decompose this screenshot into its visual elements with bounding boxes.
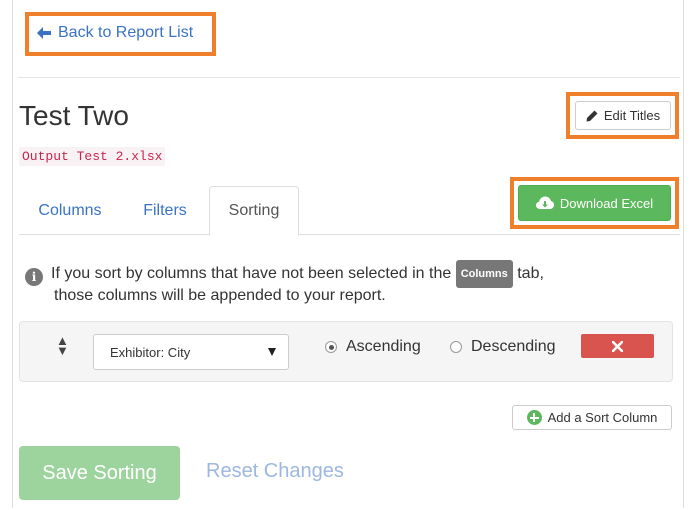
radio-unselected-icon	[450, 341, 462, 353]
sorting-info-line-2: those columns will be appended to your r…	[54, 287, 386, 304]
report-title: Test Two	[19, 100, 129, 131]
save-sorting-button[interactable]: Save Sorting	[19, 446, 180, 500]
sort-ascending-radio[interactable]: Ascending	[325, 338, 421, 356]
highlight-edit-titles	[566, 92, 679, 139]
header-divider	[18, 77, 680, 78]
highlight-back-link	[25, 12, 216, 56]
sort-descending-radio[interactable]: Descending	[450, 338, 556, 356]
info-circle-icon: i	[25, 268, 43, 286]
output-file-name: Output Test 2.xlsx	[19, 147, 166, 166]
info-text-before: If you sort by columns that have not bee…	[51, 265, 452, 282]
caret-down-icon	[268, 348, 276, 356]
columns-badge: Columns	[455, 260, 513, 288]
sort-handle-icon[interactable]: ▲ ▼	[56, 334, 69, 357]
ascending-label: Ascending	[346, 338, 421, 355]
tab-sorting-label: Sorting	[228, 202, 280, 219]
tab-columns-label: Columns	[38, 201, 102, 219]
plus-circle-icon	[526, 410, 542, 425]
remove-sort-column-button[interactable]	[581, 334, 654, 358]
tab-columns[interactable]: Columns	[19, 186, 121, 235]
sort-column-select[interactable]: Exhibitor: City	[93, 334, 289, 370]
descending-label: Descending	[471, 338, 556, 355]
tab-sorting[interactable]: Sorting	[209, 186, 299, 236]
radio-selected-icon	[325, 341, 337, 353]
tab-filters[interactable]: Filters	[121, 186, 209, 235]
add-sort-column-label: Add a Sort Column	[547, 410, 658, 425]
remove-icon	[612, 340, 623, 352]
info-text-after: tab,	[517, 265, 544, 282]
report-tabs: Columns Filters Sorting	[19, 186, 680, 236]
sort-column-value: Exhibitor: City	[110, 344, 191, 360]
save-sorting-label: Save Sorting	[42, 461, 157, 484]
add-sort-column-button[interactable]: Add a Sort Column	[512, 405, 672, 430]
reset-changes-link[interactable]: Reset Changes	[206, 460, 344, 483]
sort-column-row: ▲ ▼ Exhibitor: City Ascending Descending	[19, 321, 673, 382]
tab-filters-label: Filters	[143, 201, 187, 219]
